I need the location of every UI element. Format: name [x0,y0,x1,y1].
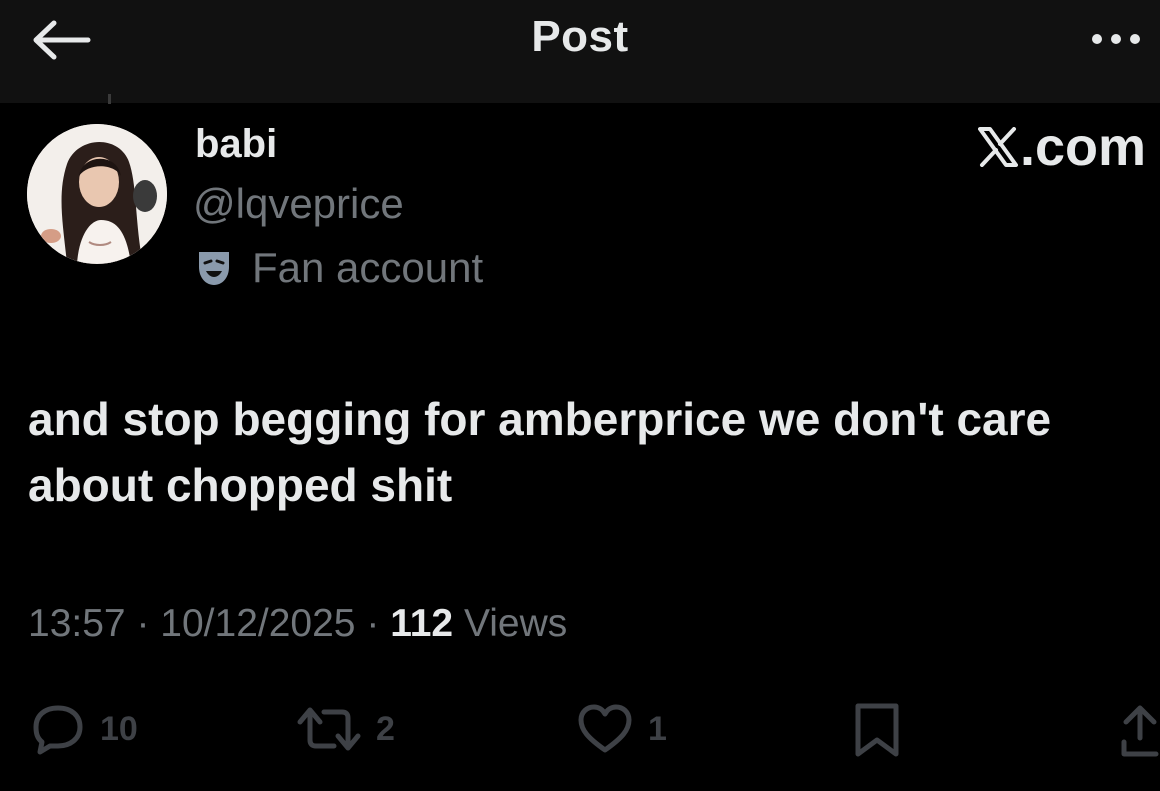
brand-text: .com [1019,117,1146,177]
repost-icon [297,707,361,751]
top-bar: Post [0,0,1160,103]
page-title: Post [531,12,629,61]
theater-mask-icon [199,252,229,285]
avatar[interactable] [27,124,167,264]
reply-icon [33,705,83,755]
meta-separator: · [366,602,380,645]
reply-count: 10 [100,709,138,748]
thread-line [108,94,111,104]
x-logo-icon [977,127,1018,167]
author-handle[interactable]: @lqveprice [193,180,404,228]
bookmark-button[interactable] [852,702,916,760]
action-bar: 10 2 1 [0,696,1160,766]
like-button[interactable]: 1 [576,702,667,756]
more-options-button[interactable] [1088,24,1148,54]
post-meta: 13:57 · 10/12/2025 · 112 Views [28,602,567,646]
views-count: 112 [390,602,454,645]
like-count: 1 [648,709,667,748]
share-icon [1121,705,1159,757]
repost-button[interactable]: 2 [296,702,395,756]
bookmark-icon [855,703,899,757]
account-label: Fan account [196,244,483,292]
brand-watermark: .com [977,116,1146,178]
share-button[interactable] [1118,702,1160,760]
heart-icon [578,704,632,753]
post-text: and stop begging for amberprice we don't… [28,393,1052,511]
author-name[interactable]: babi [195,122,277,167]
post-time[interactable]: 13:57 [28,602,126,645]
post-date[interactable]: 10/12/2025 [160,602,355,645]
views-label: Views [463,602,568,645]
repost-count: 2 [376,709,395,748]
meta-separator: · [136,602,150,645]
account-label-text: Fan account [252,244,484,291]
reply-button[interactable]: 10 [30,702,138,756]
more-horizontal-icon [1092,34,1140,44]
